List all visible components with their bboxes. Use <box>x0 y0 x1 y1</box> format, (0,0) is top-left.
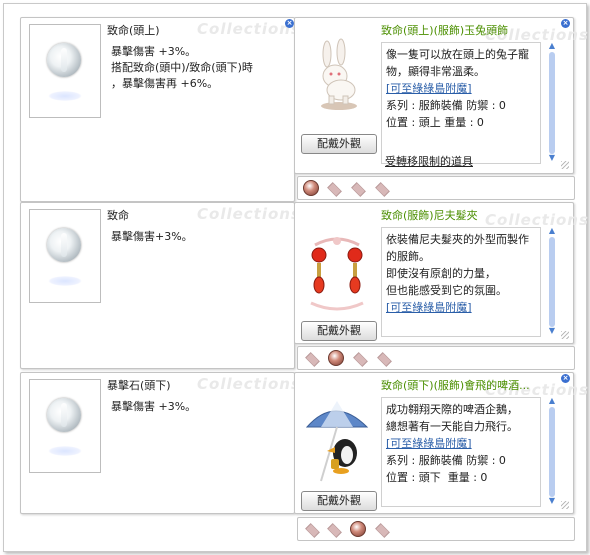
enchant-card-window[interactable]: Collections 致命 暴擊傷害+3%。 <box>20 202 300 369</box>
item-detail-window[interactable]: Collections 致命(頭上)(服飾)玉兔頭飾 配戴外觀 像一隻可以放在頭… <box>294 17 588 174</box>
orb-icon <box>47 228 81 262</box>
desc-line: 暴擊傷害+3%。 <box>111 230 193 243</box>
enchant-card-window[interactable]: Collections 致命(頭上) 暴擊傷害 +3%。 搭配致命(頭中)/致命… <box>20 17 300 202</box>
enchant-card-window[interactable]: Collections 暴擊石(頭下) 暴擊傷害 +3%。 <box>20 372 300 514</box>
slot-gem-icon[interactable] <box>375 523 390 538</box>
scroll-down-icon[interactable]: ▼ <box>547 154 557 162</box>
selected-slot-icon[interactable] <box>328 350 344 366</box>
enchant-link[interactable]: [可至綠綠島附魔] <box>386 80 536 97</box>
scroll-down-icon[interactable]: ▼ <box>547 327 557 335</box>
resize-handle[interactable] <box>561 161 569 169</box>
desc-line: 總想著有一天能自力飛行。 <box>386 420 518 433</box>
enchant-link[interactable]: [可至綠綠島附魔] <box>386 435 536 452</box>
scroll-thumb[interactable] <box>549 52 555 154</box>
slot-gem-icon[interactable] <box>327 523 342 538</box>
slot-tray <box>297 517 575 541</box>
orb-icon <box>47 43 81 77</box>
item-stat-line: 系列 : 服飾裝備 防禦 : 0 <box>386 454 506 467</box>
watermark: Collections <box>197 205 301 223</box>
item-stat-line: 位置 : 頭上 重量 : 0 <box>386 116 484 129</box>
item-title: 致命(頭下)(服飾)會飛的啤酒... <box>381 379 530 392</box>
close-icon[interactable]: × <box>561 374 570 383</box>
item-description: 成功翱翔天際的啤酒企鵝， 總想著有一天能自力飛行。 [可至綠綠島附魔] 系列 :… <box>381 397 541 507</box>
wear-appearance-button[interactable]: 配戴外觀 <box>301 134 377 154</box>
slot-tray <box>297 346 575 370</box>
card-image-box <box>29 379 101 473</box>
selected-slot-icon[interactable] <box>303 180 319 196</box>
slot-gem-icon[interactable] <box>377 352 392 367</box>
scroll-up-icon[interactable]: ▲ <box>547 397 557 405</box>
wear-appearance-button[interactable]: 配戴外觀 <box>301 321 377 341</box>
item-description: 像一隻可以放在頭上的兔子寵 物，顯得非常溫柔。 [可至綠綠島附魔] 系列 : 服… <box>381 42 541 164</box>
slot-gem-icon[interactable] <box>353 352 368 367</box>
resize-handle[interactable] <box>561 501 569 509</box>
card-title: 致命(頭上) <box>107 24 160 37</box>
wear-appearance-button[interactable]: 配戴外觀 <box>301 491 377 511</box>
item-title: 致命(服飾)尼夫髮夾 <box>381 209 478 222</box>
item-stat-line: 位置 : 頭下 重量 : 0 <box>386 471 488 484</box>
item-detail-window[interactable]: Collections 致命(服飾)尼夫髮夾 配戴外觀 依裝備尼夫髮夾的外型而製… <box>294 202 588 344</box>
item-detail-window[interactable]: Collections 致命(頭下)(服飾)會飛的啤酒... 配戴外觀 成功翱翔… <box>294 372 588 514</box>
scroll-thumb[interactable] <box>549 407 555 497</box>
desc-line: 暴擊傷害 +3%。 <box>111 45 197 58</box>
card-image-box <box>29 24 101 118</box>
orb-shadow <box>48 276 82 286</box>
desc-line: 暴擊傷害 +3%。 <box>111 400 197 413</box>
item-image <box>301 223 373 321</box>
screenshot-frame: Collections 致命(頭上) 暴擊傷害 +3%。 搭配致命(頭中)/致命… <box>3 3 588 552</box>
desc-line: 依裝備尼夫髮夾的外型而製作 <box>386 233 529 246</box>
scrollbar[interactable]: ▲ ▼ <box>546 227 558 337</box>
slot-gem-icon[interactable] <box>305 523 320 538</box>
desc-line: ，暴擊傷害再 +6%。 <box>111 77 219 90</box>
desc-line: 成功翱翔天際的啤酒企鵝， <box>386 403 518 416</box>
slot-gem-icon[interactable] <box>327 182 342 197</box>
desc-line: 但也能感受到它的氛圍。 <box>386 284 507 297</box>
item-image <box>301 38 373 136</box>
desc-line: 物，顯得非常溫柔。 <box>386 65 485 78</box>
slot-gem-icon[interactable] <box>351 182 366 197</box>
transfer-restriction-note[interactable]: 受轉移限制的道具 <box>385 153 473 169</box>
enchant-link[interactable]: [可至綠綠島附魔] <box>386 299 536 316</box>
orb-shadow <box>48 91 82 101</box>
selected-slot-icon[interactable] <box>350 521 366 537</box>
scroll-up-icon[interactable]: ▲ <box>547 227 557 235</box>
card-title: 致命 <box>107 209 129 222</box>
desc-line: 像一隻可以放在頭上的兔子寵 <box>386 48 529 61</box>
slot-gem-icon[interactable] <box>375 182 390 197</box>
item-title: 致命(頭上)(服飾)玉兔頭飾 <box>381 24 509 37</box>
card-title: 暴擊石(頭下) <box>107 379 171 392</box>
item-description: 依裝備尼夫髮夾的外型而製作 的服飾。 即使沒有原創的力量， 但也能感受到它的氛圍… <box>381 227 541 337</box>
desc-line: 即使沒有原創的力量， <box>386 267 496 280</box>
close-icon[interactable]: × <box>561 19 570 28</box>
card-image-box <box>29 209 101 303</box>
resize-handle[interactable] <box>561 331 569 339</box>
card-description: 暴擊傷害+3%。 <box>111 229 193 245</box>
desc-line: 的服飾。 <box>386 250 430 263</box>
scroll-up-icon[interactable]: ▲ <box>547 42 557 50</box>
card-description: 暴擊傷害 +3%。 <box>111 399 196 415</box>
item-stat-line: 系列 : 服飾裝備 防禦 : 0 <box>386 99 506 112</box>
scrollbar[interactable]: ▲ ▼ <box>546 42 558 164</box>
card-description: 暴擊傷害 +3%。 搭配致命(頭中)/致命(頭下)時 ，暴擊傷害再 +6%。 <box>111 44 253 92</box>
close-icon[interactable]: × <box>285 19 294 28</box>
scrollbar[interactable]: ▲ ▼ <box>546 397 558 507</box>
slot-gem-icon[interactable] <box>305 352 320 367</box>
slot-tray <box>297 176 575 200</box>
orb-icon <box>47 398 81 432</box>
orb-shadow <box>48 446 82 456</box>
scroll-down-icon[interactable]: ▼ <box>547 497 557 505</box>
scroll-thumb[interactable] <box>549 237 555 327</box>
watermark: Collections <box>197 375 301 393</box>
desc-line: 搭配致命(頭中)/致命(頭下)時 <box>111 61 253 74</box>
item-image <box>301 393 373 491</box>
